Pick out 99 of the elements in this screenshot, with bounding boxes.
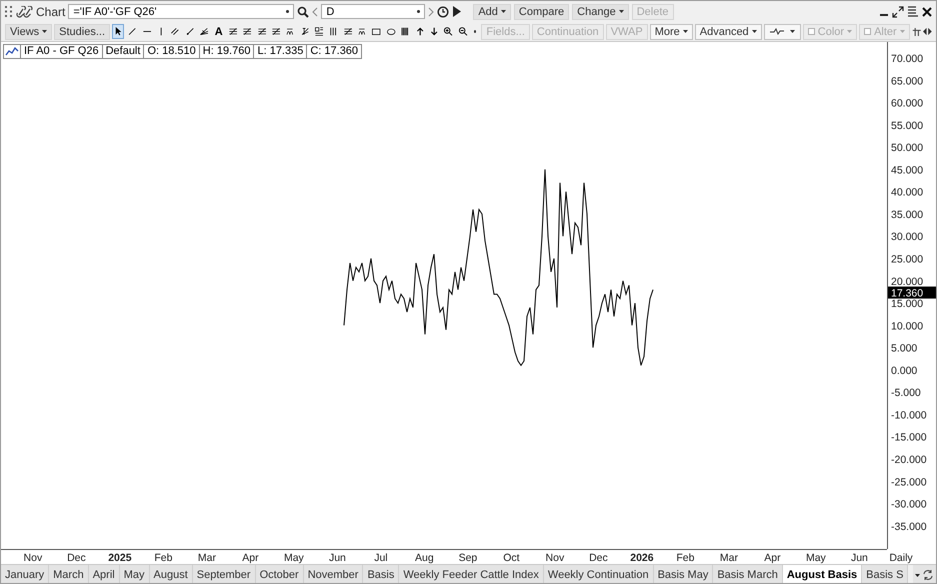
caret-icon <box>618 10 624 13</box>
legend-template: Default <box>102 45 144 58</box>
y-axis-label: 25.000 <box>891 254 924 266</box>
sheet-tab[interactable]: April <box>88 565 120 583</box>
toolbar-button[interactable]: Studies... <box>54 24 110 40</box>
sheet-tab[interactable]: Basis March <box>713 565 783 583</box>
toolbar-button[interactable]: Change <box>572 4 629 20</box>
x-axis-label: Mar <box>198 552 216 564</box>
maximize-icon[interactable] <box>892 6 904 18</box>
toolbar-button[interactable]: Add <box>473 4 511 20</box>
search-icon[interactable] <box>297 6 310 18</box>
sheet-tab[interactable]: Basis S <box>862 565 908 583</box>
sheet-tab[interactable]: March <box>49 565 89 583</box>
x-axis-label: Oct <box>503 552 520 564</box>
y-axis-label: -25.000 <box>891 476 927 488</box>
caret-icon <box>752 30 757 33</box>
link-icon[interactable] <box>16 6 33 18</box>
pointer-icon[interactable] <box>112 24 124 39</box>
caret-icon <box>500 10 506 13</box>
toolbar-button[interactable]: Compare <box>514 4 570 20</box>
y-axis-label: 70.000 <box>891 53 924 66</box>
legend-low: L: 17.335 <box>253 45 306 58</box>
period-field[interactable]: D <box>321 4 426 19</box>
sheet-tab[interactable]: November <box>304 565 364 583</box>
toolbar-button[interactable]: Advanced <box>694 24 762 40</box>
sheet-tab[interactable]: May <box>120 565 150 583</box>
y-axis-label: -15.000 <box>891 432 927 444</box>
caret-icon <box>682 30 688 33</box>
y-axis-label: -10.000 <box>891 409 927 422</box>
left-right-arrows-icon[interactable] <box>923 26 932 37</box>
y-axis-label: 20.000 <box>891 276 924 288</box>
y-axis-label: 40.000 <box>891 186 924 199</box>
x-axis-label: Nov <box>24 552 42 564</box>
y-axis-label: 5.000 <box>891 342 918 355</box>
line-chart-icon <box>5 45 19 57</box>
sheet-tab[interactable]: October <box>256 565 304 583</box>
x-axis-label: Aug <box>415 552 434 564</box>
sheet-tab[interactable]: Weekly Continuation <box>544 565 654 583</box>
x-axis-label: Jun <box>328 552 346 564</box>
wave-line-icon <box>770 28 784 35</box>
text-tool-button[interactable]: A <box>212 24 225 39</box>
x-axis-label: 2025 <box>108 552 132 564</box>
x-axis-label: Jul <box>374 552 388 564</box>
sheet-tab[interactable]: August Basis <box>782 565 862 583</box>
sheet-tab[interactable]: January <box>1 565 50 583</box>
y-axis-label: -35.000 <box>891 520 927 533</box>
clock-icon[interactable] <box>437 6 450 18</box>
y-axis-label: 65.000 <box>891 75 924 88</box>
y-axis-label: -5.000 <box>891 387 921 400</box>
sheet-tab[interactable]: Basis May <box>654 565 714 583</box>
x-axis-label: Feb <box>676 552 694 564</box>
play-icon[interactable] <box>452 6 462 17</box>
x-axis-label: Dec <box>589 552 608 564</box>
grip-icon[interactable] <box>5 6 13 18</box>
x-axis-label: Mar <box>720 552 738 564</box>
x-axis-label: 2026 <box>630 552 654 564</box>
caret-icon <box>900 30 905 33</box>
toolbar-button[interactable]: Views <box>5 24 52 40</box>
close-icon[interactable] <box>922 6 932 16</box>
caret-icon <box>847 30 852 33</box>
x-axis-label: Dec <box>67 552 86 564</box>
caret-icon <box>790 30 794 33</box>
y-axis-label: 60.000 <box>891 98 924 110</box>
caret-icon <box>915 574 920 576</box>
legend-close: C: 17.360 <box>306 45 362 58</box>
sheet-tab[interactable]: September <box>192 565 256 583</box>
last-value-tag: 17.360 <box>888 286 936 300</box>
sheet-tab[interactable]: Basis <box>363 565 400 583</box>
caret-icon <box>42 30 48 33</box>
x-axis-label: Apr <box>242 552 259 564</box>
y-axis-label: 50.000 <box>891 142 924 154</box>
symbol-field[interactable]: ='IF A0'-'GF Q26' <box>68 4 294 19</box>
legend-high: H: 19.760 <box>198 45 254 58</box>
x-axis-label: Feb <box>154 552 172 564</box>
sheet-tab[interactable]: August <box>150 565 193 583</box>
y-axis-label: 45.000 <box>891 164 924 176</box>
legend-open: O: 18.510 <box>143 45 199 58</box>
x-axis-label: Jun <box>850 552 868 564</box>
window-title: Chart <box>36 4 66 18</box>
x-axis-label: May <box>806 552 826 564</box>
y-axis-label: 35.000 <box>891 208 924 221</box>
y-axis-label: 55.000 <box>891 120 924 132</box>
x-axis-label: Nov <box>546 552 564 564</box>
menu-icon[interactable] <box>907 6 919 17</box>
refresh-icon[interactable] <box>922 569 934 581</box>
x-axis-label: Apr <box>764 552 781 564</box>
period-label: Daily <box>889 552 913 564</box>
y-axis-label: 30.000 <box>891 231 924 244</box>
line-style-dropdown[interactable] <box>764 24 801 40</box>
x-axis-label: May <box>284 552 304 564</box>
x-axis-label: Sep <box>458 552 478 564</box>
toolbar-button[interactable]: More <box>650 24 693 40</box>
crosshair-icon[interactable] <box>912 26 922 38</box>
y-axis-label: -30.000 <box>891 498 927 511</box>
y-axis-label: 15.000 <box>891 298 924 310</box>
sheet-tab[interactable]: Weekly Feeder Cattle Index <box>399 565 544 583</box>
y-axis-label: -20.000 <box>891 454 927 466</box>
y-axis-label: 0.000 <box>891 364 918 377</box>
y-axis-label: 10.000 <box>891 320 924 332</box>
